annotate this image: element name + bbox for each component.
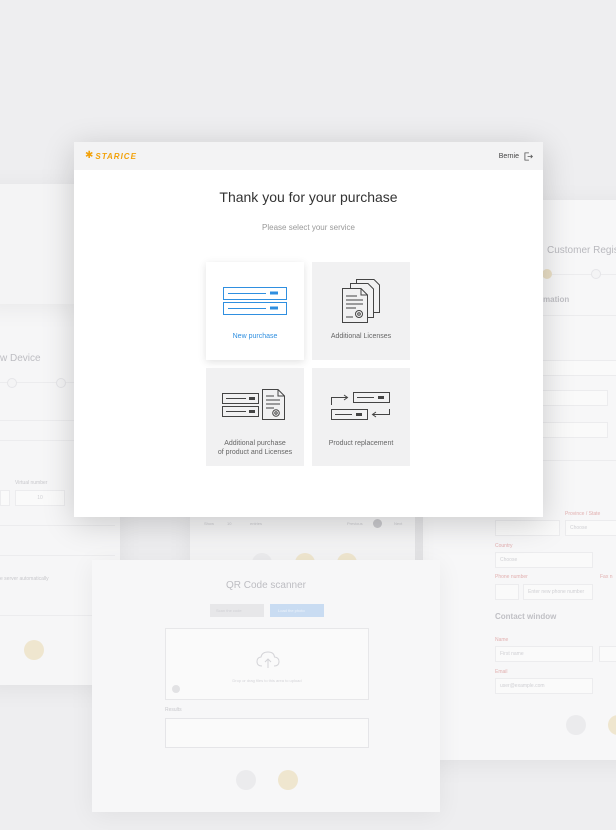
bg-fax-label: Fax n [600,574,613,580]
bg-qr-card: QR Code scanner Scan the code Load the p… [92,560,440,812]
tile-additional-purchase-label-2: of product and Licenses [217,449,293,456]
bg-next-label: Next [394,521,403,526]
bg-load-button: Load the photo [270,604,324,617]
bg-entries-label: entries [250,521,263,526]
tile-additional-licenses-label: Additional Licenses [330,333,392,340]
server-icon [223,287,287,315]
service-select-modal: ✱ STARICE Bernie Thank you for your purc… [74,142,543,517]
user-name[interactable]: Bernie [499,153,519,160]
bg-virtual-number-label: Virtual number [15,480,48,486]
bg-show-label: Show [204,521,215,526]
bg-prev-label: Previous [347,521,363,526]
service-grid: New purchase Additional Licenses Additio… [206,262,410,466]
bg-next-circle [24,640,44,660]
bg-virtual-number-input: 10 [15,490,65,506]
upload-cloud-icon [256,651,280,668]
tile-product-replacement-label: Product replacement [328,440,394,447]
bg-scan-button: Scan the code [210,604,264,617]
page-subtitle: Please select your service [262,223,355,232]
documents-icon [342,279,380,323]
tile-additional-licenses[interactable]: Additional Licenses [312,262,410,360]
logout-icon[interactable] [524,151,533,161]
tile-new-purchase[interactable]: New purchase [206,262,304,360]
star-icon: ✱ [85,150,94,161]
bg-email-input: user@example.com [495,678,593,694]
bg-drop-area: Drop or drag files to this area to uploa… [165,628,369,700]
bg-auto-text: e server automatically [0,576,49,582]
bg-drop-text: Drop or drag files to this area to uploa… [232,678,302,683]
bg-results-box [165,718,369,748]
bg-customer-section: mation [543,295,570,304]
brand-logo[interactable]: ✱ STARICE [85,151,137,161]
page-title: Thank you for your purchase [219,189,398,205]
bg-email-label: Email [495,669,508,675]
brand-name: STARICE [95,151,137,161]
tile-new-purchase-label: New purchase [232,333,278,340]
bg-phone-input: Enter new phone number [523,584,593,600]
bg-country-label: Country [495,543,513,549]
bg-name-input: First name [495,646,593,662]
bg-phone-label: Phone number [495,574,528,580]
bg-province-label: Province / State [565,511,601,517]
modal-header: ✱ STARICE Bernie [74,142,543,170]
bg-province-input: Choose [565,520,616,536]
bg-show-value: 10 [227,521,232,526]
tile-product-replacement[interactable]: Product replacement [312,368,410,466]
bg-name-label: Name [495,637,509,643]
bg-results-label: Results [165,707,182,713]
tile-additional-purchase[interactable]: Additional purchase of product and Licen… [206,368,304,466]
bg-new-device-title: w Device [0,353,41,364]
bg-country-input: Choose [495,552,593,568]
bg-customer-title: Customer Regis [547,245,616,256]
tile-additional-purchase-label-1: Additional purchase [224,440,286,447]
swap-servers-icon [331,392,390,420]
bg-qr-title: QR Code scanner [225,580,307,591]
bg-contact-title: Contact window [495,612,557,621]
user-area: Bernie [499,151,533,161]
